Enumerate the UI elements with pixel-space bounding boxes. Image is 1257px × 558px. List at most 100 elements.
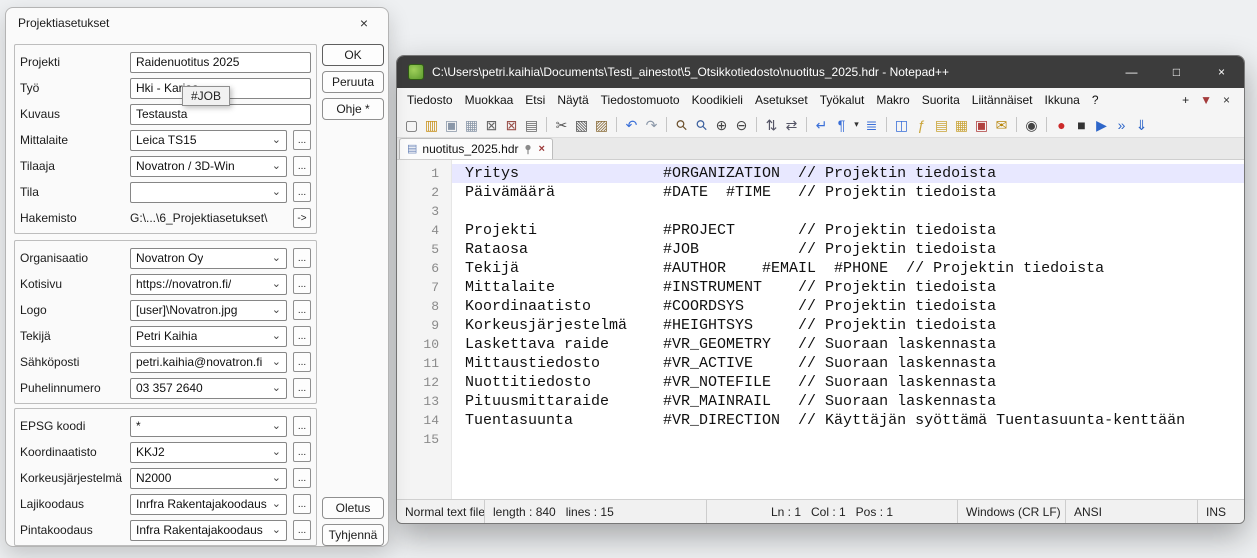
combo-box[interactable]: Leica TS15⌄ <box>130 130 287 151</box>
close-button[interactable]: × <box>1199 56 1244 88</box>
text-input[interactable]: Testausta <box>130 104 311 125</box>
menu-item[interactable]: Etsi <box>519 93 551 107</box>
zoom-out-icon[interactable]: ⊖ <box>732 115 751 135</box>
dialog-close-icon[interactable]: × <box>352 15 376 31</box>
show-all-characters-icon[interactable]: ¶ <box>832 115 851 135</box>
code-line[interactable]: Yritys #ORGANIZATION // Projektin tiedoi… <box>452 164 1244 183</box>
menu-item[interactable]: Muokkaa <box>459 93 520 107</box>
menu-item[interactable]: Suorita <box>916 93 966 107</box>
code-line[interactable] <box>452 202 1244 221</box>
menu-item[interactable]: Makro <box>870 93 915 107</box>
code-line[interactable] <box>452 430 1244 449</box>
open-file-icon[interactable]: ▥ <box>422 115 441 135</box>
menu-item[interactable]: Asetukset <box>749 93 814 107</box>
mail-plugin-icon[interactable]: ✉ <box>992 115 1011 135</box>
menu-close-icon[interactable]: × <box>1223 94 1230 106</box>
cut-icon[interactable]: ✂ <box>552 115 571 135</box>
browse-arrow-button[interactable]: -> <box>293 208 311 228</box>
dialog-titlebar[interactable]: Projektiasetukset × <box>6 8 388 38</box>
pin-icon[interactable] <box>523 144 533 155</box>
print-icon[interactable]: ▤ <box>522 115 541 135</box>
macro-play-icon[interactable]: ▶ <box>1092 115 1111 135</box>
save-all-icon[interactable]: ▦ <box>462 115 481 135</box>
menu-item[interactable]: Tiedosto <box>401 93 459 107</box>
folder-as-workspace-icon[interactable]: ▦ <box>952 115 971 135</box>
ellipsis-button[interactable]: ... <box>293 520 311 540</box>
combo-box[interactable]: Inrfra Rakentajakoodaus⌄ <box>130 494 287 515</box>
code-line[interactable]: Pituusmittaraide #VR_MAINRAIL // Suoraan… <box>452 392 1244 411</box>
tab-close-icon[interactable]: × <box>538 144 544 155</box>
combo-box[interactable]: 03 357 2640⌄ <box>130 378 287 399</box>
combo-box[interactable]: Petri Kaihia⌄ <box>130 326 287 347</box>
code-line[interactable]: Tuentasuunta #VR_DIRECTION // Käyttäjän … <box>452 411 1244 430</box>
menu-item[interactable]: Ikkuna <box>1038 93 1085 107</box>
minimize-button[interactable]: — <box>1109 56 1154 88</box>
text-input[interactable]: Raidenuotitus 2025 <box>130 52 311 73</box>
combo-box[interactable]: [user]\Novatron.jpg⌄ <box>130 300 287 321</box>
ellipsis-button[interactable]: ... <box>293 156 311 176</box>
copy-icon[interactable]: ▧ <box>572 115 591 135</box>
save-icon[interactable]: ▣ <box>442 115 461 135</box>
code-line[interactable]: Projekti #PROJECT // Projektin tiedoista <box>452 221 1244 240</box>
ellipsis-button[interactable]: ... <box>293 274 311 294</box>
tab-new-icon[interactable]: + <box>1182 94 1189 106</box>
tab-nuotitus-2025[interactable]: ▤ nuotitus_2025.hdr × <box>399 138 553 159</box>
ellipsis-button[interactable]: ... <box>293 416 311 436</box>
code-line[interactable]: Laskettava raide #VR_GEOMETRY // Suoraan… <box>452 335 1244 354</box>
sync-horizontal-scroll-icon[interactable]: ⇄ <box>782 115 801 135</box>
default-button[interactable]: Oletus <box>322 497 384 519</box>
function-list-icon[interactable]: ƒ <box>912 115 931 135</box>
show-symbols-dropdown-icon[interactable]: ▾ <box>852 115 861 135</box>
menu-item[interactable]: Liitännäiset <box>966 93 1039 107</box>
code-line[interactable]: Rataosa #JOB // Projektin tiedoista <box>452 240 1244 259</box>
close-all-icon[interactable]: ⊠ <box>502 115 521 135</box>
view-monitoring-eye-icon[interactable]: ◉ <box>1022 115 1041 135</box>
ellipsis-button[interactable]: ... <box>293 352 311 372</box>
document-list-icon[interactable]: ▤ <box>932 115 951 135</box>
combo-box[interactable]: *⌄ <box>130 416 287 437</box>
menu-item[interactable]: Koodikieli <box>686 93 749 107</box>
undo-icon[interactable]: ↶ <box>622 115 641 135</box>
combo-box[interactable]: petri.kaihia@novatron.fi⌄ <box>130 352 287 373</box>
ellipsis-button[interactable]: ... <box>293 300 311 320</box>
menu-overflow-icon[interactable]: ▼ <box>1200 94 1212 106</box>
macro-run-multiple-icon[interactable]: » <box>1112 115 1131 135</box>
word-wrap-icon[interactable]: ↵ <box>812 115 831 135</box>
menu-item[interactable]: ? <box>1086 93 1105 107</box>
export-plugin-icon[interactable]: ▣ <box>972 115 991 135</box>
ellipsis-button[interactable]: ... <box>293 130 311 150</box>
combo-box[interactable]: https://novatron.fi/⌄ <box>130 274 287 295</box>
clear-button[interactable]: Tyhjennä <box>322 524 384 546</box>
redo-icon[interactable]: ↷ <box>642 115 661 135</box>
help-button[interactable]: Ohje * <box>322 98 384 120</box>
close-icon[interactable]: ⊠ <box>482 115 501 135</box>
window-titlebar[interactable]: C:\Users\petri.kaihia\Documents\Testi_ai… <box>397 56 1244 88</box>
code-line[interactable]: Nuottitiedosto #VR_NOTEFILE // Suoraan l… <box>452 373 1244 392</box>
ellipsis-button[interactable]: ... <box>293 378 311 398</box>
editor[interactable]: 1Yritys #ORGANIZATION // Projektin tiedo… <box>397 160 1244 499</box>
combo-box[interactable]: ⌄ <box>130 182 287 203</box>
code-line[interactable]: Mittaustiedosto #VR_ACTIVE // Suoraan la… <box>452 354 1244 373</box>
ok-button[interactable]: OK <box>322 44 384 66</box>
menu-item[interactable]: Työkalut <box>814 93 871 107</box>
code-line[interactable]: Korkeusjärjestelmä #HEIGHTSYS // Projekt… <box>452 316 1244 335</box>
menu-item[interactable]: Tiedostomuoto <box>595 93 686 107</box>
combo-box[interactable]: Novatron Oy⌄ <box>130 248 287 269</box>
indent-guide-icon[interactable]: ≣ <box>862 115 881 135</box>
macro-record-icon[interactable]: ● <box>1052 115 1071 135</box>
ellipsis-button[interactable]: ... <box>293 182 311 202</box>
macro-stop-icon[interactable]: ■ <box>1072 115 1091 135</box>
ellipsis-button[interactable]: ... <box>293 326 311 346</box>
combo-box[interactable]: Infra Rakentajakoodaus⌄ <box>130 520 287 541</box>
combo-box[interactable]: Novatron / 3D-Win⌄ <box>130 156 287 177</box>
paste-icon[interactable]: ▨ <box>592 115 611 135</box>
maximize-button[interactable]: □ <box>1154 56 1199 88</box>
ellipsis-button[interactable]: ... <box>293 248 311 268</box>
menu-item[interactable]: Näytä <box>551 93 594 107</box>
document-map-icon[interactable]: ◫ <box>892 115 911 135</box>
code-line[interactable]: Päivämäärä #DATE #TIME // Projektin tied… <box>452 183 1244 202</box>
code-line[interactable]: Tekijä #AUTHOR #EMAIL #PHONE // Projekti… <box>452 259 1244 278</box>
macro-save-icon[interactable]: ⇓ <box>1132 115 1151 135</box>
combo-box[interactable]: KKJ2⌄ <box>130 442 287 463</box>
cancel-button[interactable]: Peruuta <box>322 71 384 93</box>
